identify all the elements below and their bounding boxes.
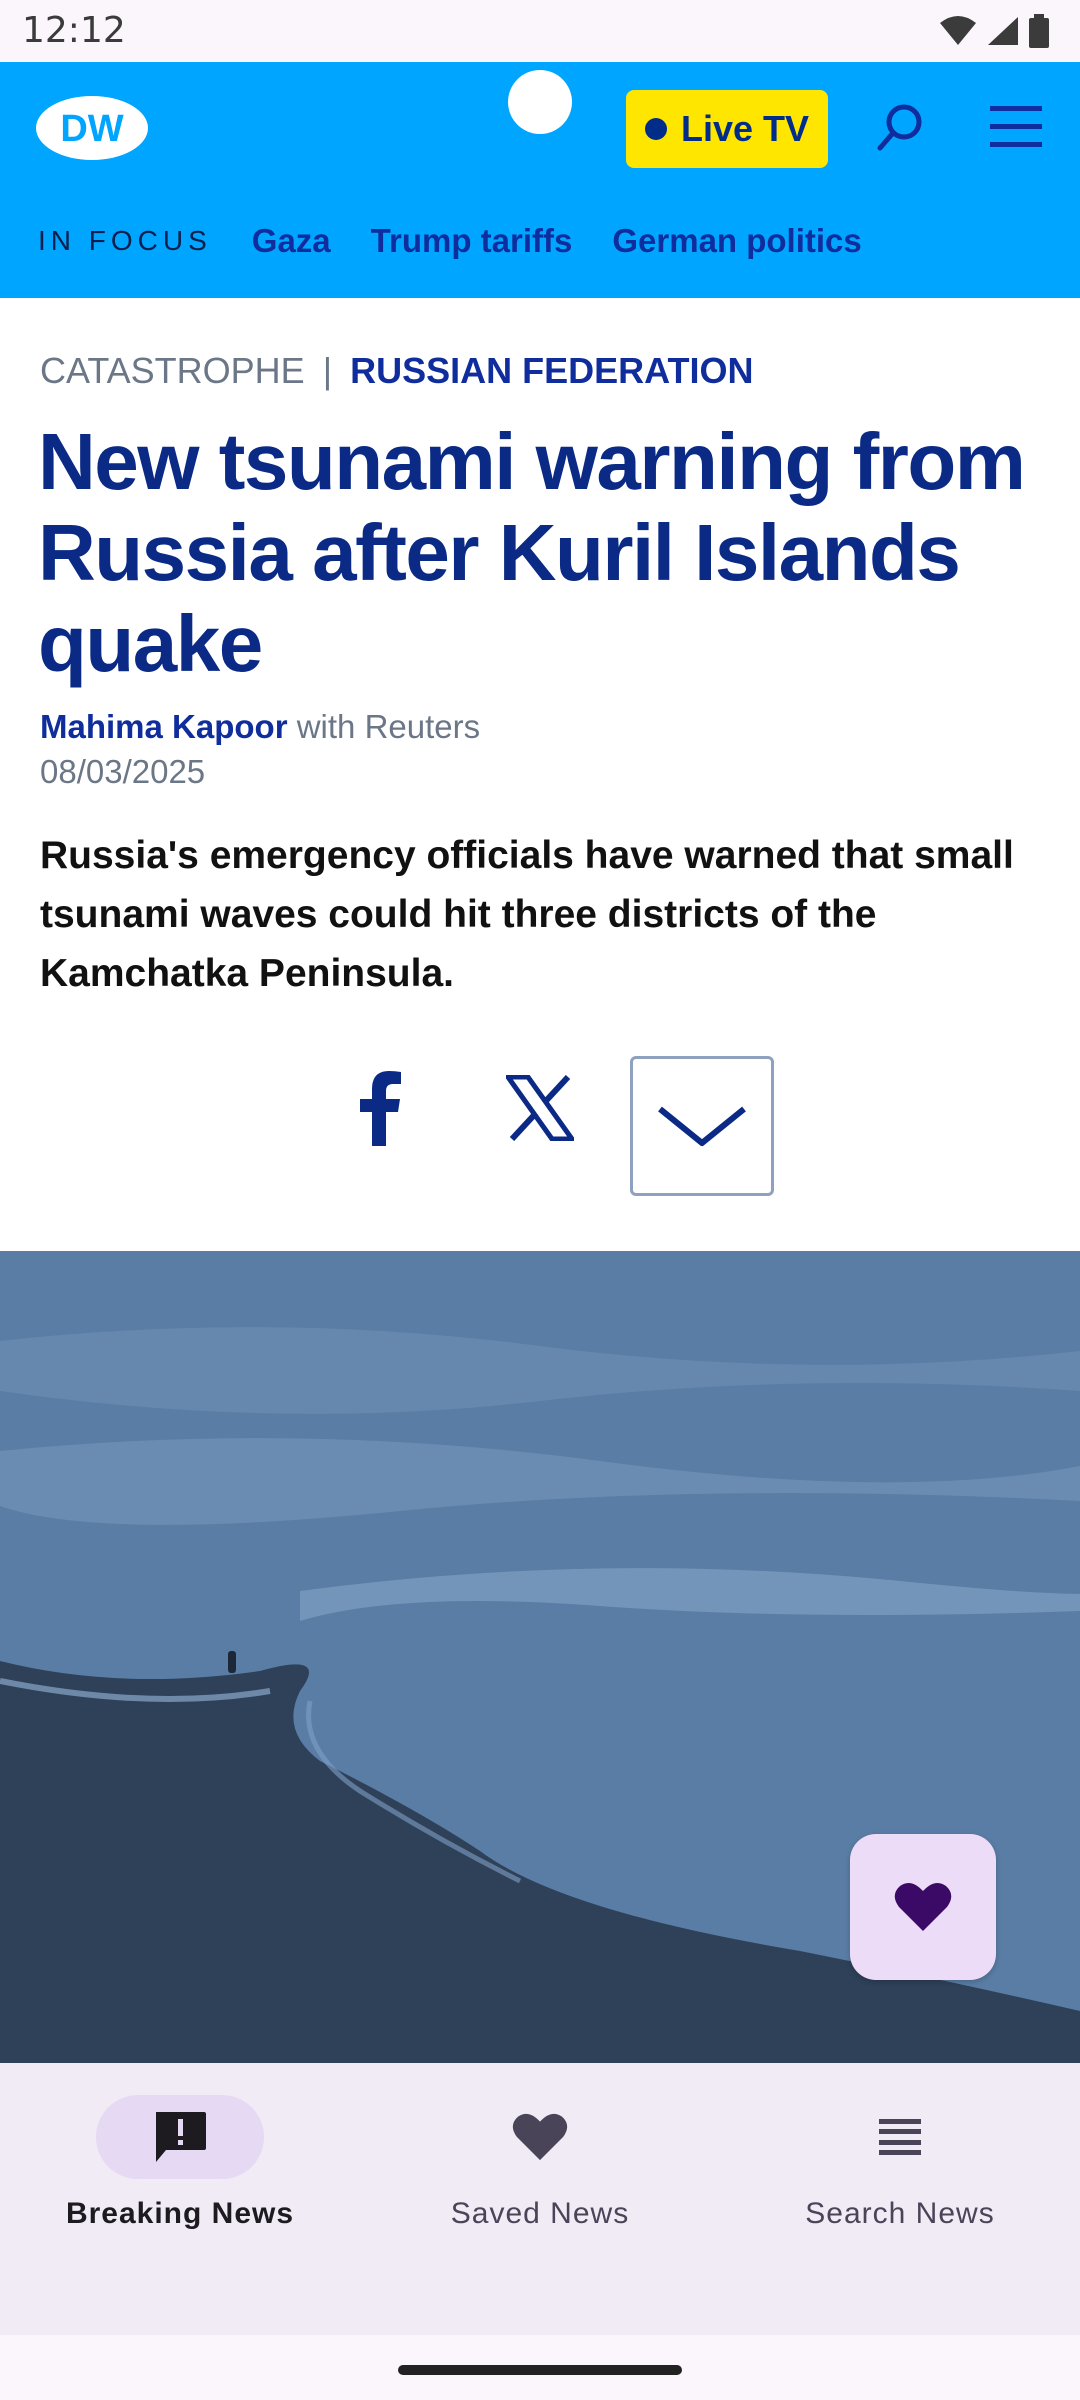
signal-icon: [988, 17, 1018, 45]
favorite-button[interactable]: [850, 1834, 996, 1980]
live-tv-label: Live TV: [680, 108, 810, 149]
hamburger-menu-icon[interactable]: [988, 102, 1044, 152]
share-x-button[interactable]: [490, 1058, 590, 1158]
nav-icon-container: [816, 2095, 984, 2179]
nav-active-indicator: [96, 2095, 264, 2179]
in-focus-label: IN FOCUS: [38, 225, 212, 256]
article: CATASTROPHE | RUSSIAN FEDERATION New tsu…: [0, 298, 1080, 1251]
list-icon: [879, 2119, 921, 2155]
bottom-navigation: Breaking News Saved News Search News: [0, 2063, 1080, 2335]
author-suffix: with Reuters: [296, 708, 481, 745]
focus-link-trump-tariffs[interactable]: Trump tariffs: [371, 222, 573, 260]
logo-text: DW: [60, 108, 123, 150]
byline: Mahima Kapoor with Reuters: [40, 708, 480, 746]
nav-label-saved-news: Saved News: [450, 2197, 630, 2230]
nav-label-search-news: Search News: [805, 2197, 995, 2230]
article-kicker: CATASTROPHE | RUSSIAN FEDERATION: [40, 350, 753, 392]
in-focus-row: IN FOCUS Gaza Trump tariffs German polit…: [38, 222, 862, 260]
search-icon[interactable]: [872, 100, 928, 156]
live-dot-icon: [644, 118, 667, 140]
article-headline: New tsunami warning from Russia after Ku…: [38, 417, 1026, 688]
publish-date: 08/03/2025: [40, 753, 206, 790]
heart-icon: [894, 1882, 952, 1931]
site-header: DW Live TV IN FOCUS Gaza Trump tariffs G…: [0, 62, 1080, 298]
dw-logo[interactable]: DW: [34, 94, 150, 162]
camera-cutout: [508, 70, 572, 134]
category-label: CATASTROPHE: [40, 350, 305, 391]
gesture-bar: [0, 2335, 1080, 2400]
status-icons: [938, 14, 1050, 48]
nav-item-breaking-news[interactable]: Breaking News: [30, 2095, 330, 2231]
country-link[interactable]: RUSSIAN FEDERATION: [350, 350, 753, 391]
focus-link-german-politics[interactable]: German politics: [612, 222, 861, 260]
share-more-button[interactable]: [630, 1056, 774, 1196]
share-facebook-button[interactable]: [330, 1058, 430, 1158]
home-gesture-handle[interactable]: [398, 2365, 682, 2375]
nav-icon-container: [456, 2095, 624, 2179]
x-icon: [506, 1075, 574, 1141]
nav-item-search-news[interactable]: Search News: [750, 2095, 1050, 2231]
status-bar: 12:12: [0, 0, 1080, 62]
heart-icon: [512, 2113, 568, 2161]
kicker-separator: |: [322, 350, 333, 391]
battery-icon: [1029, 14, 1049, 48]
alert-message-icon: [156, 2112, 206, 2162]
article-lead: Russia's emergency officials have warned…: [40, 834, 1014, 995]
nav-item-saved-news[interactable]: Saved News: [390, 2095, 690, 2231]
status-time: 12:12: [22, 10, 126, 51]
live-tv-button[interactable]: Live TV: [626, 90, 828, 168]
nav-label-breaking-news: Breaking News: [65, 2197, 295, 2230]
chevron-down-icon: [658, 1106, 746, 1146]
facebook-icon: [360, 1071, 401, 1146]
author-link[interactable]: Mahima Kapoor: [40, 708, 288, 745]
wifi-icon: [940, 16, 976, 45]
focus-link-gaza[interactable]: Gaza: [252, 222, 331, 260]
